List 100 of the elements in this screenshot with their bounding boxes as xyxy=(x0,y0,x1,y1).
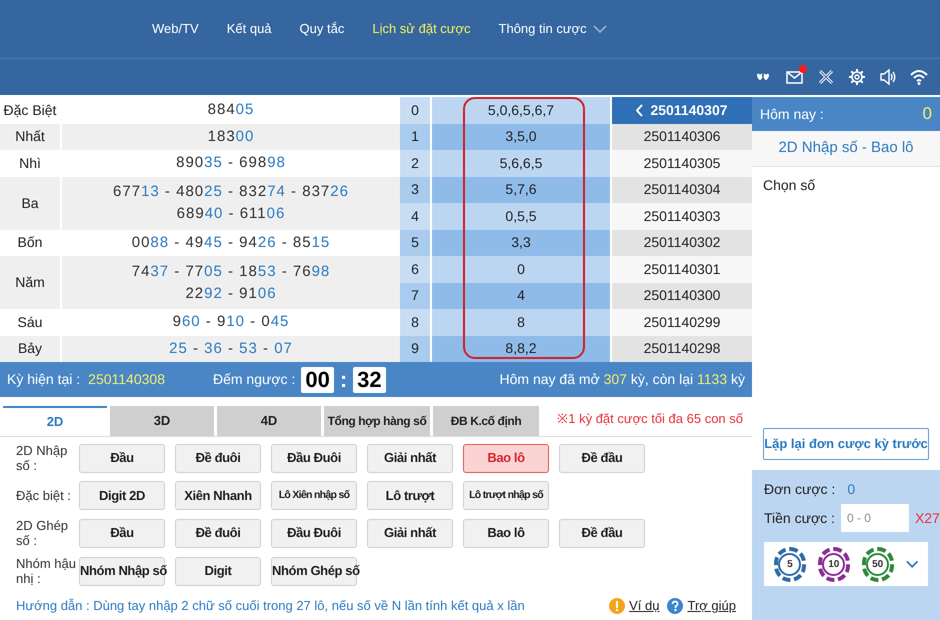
digit-values: 8 xyxy=(430,309,610,336)
betting-limit-notice: ※1 kỳ đặt cược tối đa 65 con số xyxy=(557,410,743,428)
help-link[interactable]: Trợ giúp xyxy=(687,596,736,616)
option-button[interactable]: Đề đầu xyxy=(559,444,645,472)
amount-field[interactable]: 0 - 0 xyxy=(840,504,909,532)
tab[interactable]: 3D xyxy=(110,406,214,436)
option-button[interactable]: Giải nhất xyxy=(367,518,453,548)
today-label: Hôm nay : xyxy=(760,104,824,124)
option-button[interactable]: Đầu xyxy=(79,518,165,548)
tab[interactable]: 4D xyxy=(217,406,321,436)
period-item[interactable]: 2501140301 xyxy=(612,256,752,282)
option-button[interactable]: Đề đuôi xyxy=(175,444,261,472)
prize-numbers: 89035 - 69898 xyxy=(176,153,286,174)
digit-values: 0,5,5 xyxy=(430,203,610,230)
prize-numbers: 18300 xyxy=(208,126,254,147)
period-item[interactable]: 2501140299 xyxy=(612,309,752,336)
countdown-label: Đếm ngược : xyxy=(212,370,296,389)
prize-numbers: 0088 - 4945 - 9426 - 8515 xyxy=(132,232,330,253)
group-label: Đặc biệt : xyxy=(15,488,72,503)
nav-link[interactable]: Web/TV xyxy=(152,19,199,39)
nav-link[interactable]: Quy tắc xyxy=(300,19,344,39)
warning-icon xyxy=(609,598,626,614)
option-button[interactable]: Lô trượt nhập số xyxy=(463,481,549,510)
option-button[interactable]: Đề đuôi xyxy=(175,518,261,548)
digit-values: 5,0,6,5,6,7 xyxy=(430,97,610,124)
chip-button[interactable]: 10 xyxy=(818,546,850,582)
nav-link[interactable]: Kết quả xyxy=(226,19,272,39)
option-button[interactable]: Đầu Đuôi xyxy=(271,518,357,548)
option-button[interactable]: Đầu xyxy=(79,444,165,472)
current-period-label: Kỳ hiện tại : xyxy=(7,370,80,389)
digit-index: 7 xyxy=(400,282,430,309)
group-label: Nhóm hậu nhị : xyxy=(15,556,77,586)
nav-link[interactable]: Thông tin cược xyxy=(498,19,607,39)
period-item[interactable]: 2501140298 xyxy=(612,336,752,362)
digit-values: 5,7,6 xyxy=(430,176,610,203)
speaker-icon[interactable] xyxy=(879,68,897,86)
digit-index: 1 xyxy=(400,124,430,150)
tab[interactable]: ĐB K.cố định xyxy=(433,406,539,436)
prize-numbers: 960 - 910 - 045 xyxy=(172,312,290,332)
group-label: 2D Nhập số : xyxy=(15,443,68,473)
option-button[interactable]: Digit 2D xyxy=(79,481,165,510)
digit-values: 3,3 xyxy=(430,230,610,256)
multiplier-label: X27 xyxy=(914,508,940,528)
digit-values: 4 xyxy=(430,282,610,309)
digit-index: 3 xyxy=(400,176,430,203)
prize-numbers: 7437 - 7705 - 1853 - 7698 xyxy=(132,262,330,282)
chip-button[interactable]: 50 xyxy=(862,546,894,582)
amount-label: Tiền cược : xyxy=(764,508,835,528)
current-period-value: 2501140308 xyxy=(88,370,165,389)
help-link[interactable]: Ví dụ xyxy=(629,596,660,616)
digit-index: 0 xyxy=(400,97,430,124)
period-item[interactable]: 2501140302 xyxy=(612,230,752,256)
digit-values: 0 xyxy=(430,256,610,282)
option-button[interactable]: Bao lô xyxy=(463,518,549,548)
chevron-down-icon[interactable] xyxy=(906,560,918,568)
order-label: Đơn cược : xyxy=(764,480,836,498)
digit-index: 6 xyxy=(400,256,430,282)
digit-values: 8,8,2 xyxy=(430,336,610,362)
option-button[interactable]: Giải nhất xyxy=(367,444,453,472)
option-button[interactable]: Đề đầu xyxy=(559,518,645,548)
period-item[interactable]: 2501140304 xyxy=(612,176,752,203)
period-item[interactable]: 2501140306 xyxy=(612,124,752,150)
option-button[interactable]: Đầu Đuôi xyxy=(271,444,357,472)
prize-numbers: 68940 - 61106 xyxy=(176,204,286,224)
choose-number-label: Chọn số xyxy=(762,176,816,195)
option-button[interactable]: Lô trượt xyxy=(367,481,453,510)
period-item[interactable]: 2501140307 xyxy=(612,97,752,124)
settings-icon[interactable] xyxy=(848,68,866,86)
nav-link[interactable]: Lịch sử đặt cược xyxy=(372,19,471,39)
option-button[interactable]: Nhóm Nhập số xyxy=(79,556,165,586)
draw-summary: Hôm nay đã mở 307 kỳ, còn lại 1133 kỳ xyxy=(500,370,745,389)
wifi-icon[interactable] xyxy=(910,68,928,86)
option-button[interactable]: Lô Xiên nhập số xyxy=(271,481,357,510)
digit-values: 5,6,6,5 xyxy=(430,150,610,176)
option-button[interactable]: Bao lô xyxy=(463,444,549,472)
prize-numbers: 25 - 36 - 53 - 07 xyxy=(169,338,293,359)
repeat-bet-button[interactable]: Lặp lại đơn cược kỳ trước xyxy=(763,428,929,460)
today-value: 0 xyxy=(922,103,932,126)
period-item[interactable]: 2501140303 xyxy=(612,203,752,230)
period-item[interactable]: 2501140300 xyxy=(612,282,752,309)
option-button[interactable]: Digit xyxy=(175,556,261,586)
guide-text: Hướng dẫn : Dùng tay nhập 2 chữ số cuối trong 27 lô, nếu số về N lần tính kết quả x lần xyxy=(16,597,525,615)
option-button[interactable]: Xiên Nhanh xyxy=(175,481,261,510)
group-label: 2D Ghép số : xyxy=(15,518,70,548)
tools-icon[interactable] xyxy=(817,68,835,86)
tab[interactable]: Tổng hợp hàng số xyxy=(324,406,430,436)
digit-index: 9 xyxy=(400,336,430,362)
period-item[interactable]: 2501140305 xyxy=(612,150,752,176)
chevron-left-icon xyxy=(636,104,644,117)
chip-button[interactable]: 5 xyxy=(774,546,806,582)
countdown-minutes: 00 xyxy=(301,366,334,392)
digit-index: 5 xyxy=(400,230,430,256)
digit-values: 3,5,0 xyxy=(430,124,610,150)
chevron-down-icon xyxy=(592,24,607,34)
prize-numbers: 88405 xyxy=(208,100,254,120)
prize-numbers: 2292 - 9106 xyxy=(185,284,277,304)
prize-numbers: 67713 - 48025 - 83274 - 83726 xyxy=(113,182,349,202)
help-icon xyxy=(667,598,684,614)
bet-type-title: 2D Nhập số - Bao lô xyxy=(752,131,940,167)
order-value: 0 xyxy=(847,480,856,498)
